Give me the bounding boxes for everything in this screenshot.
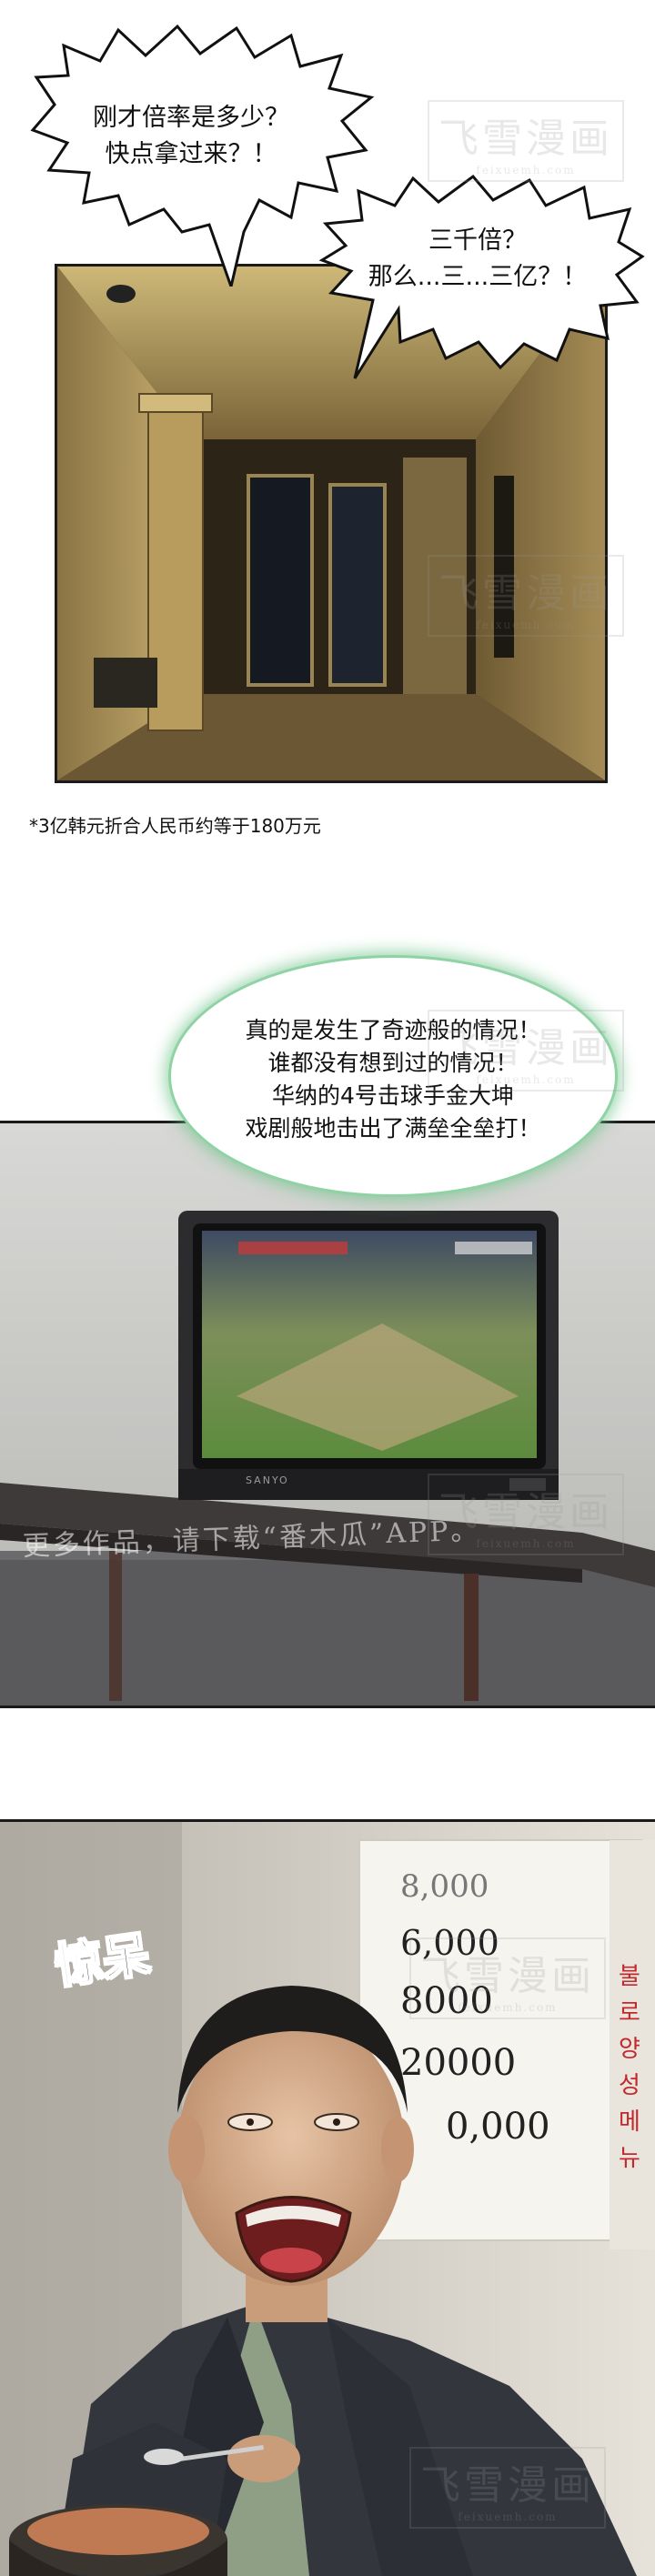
speech-line: 那么...三...三亿？！ — [368, 263, 588, 291]
watermark-logo: 飞雪漫画 feixuemh.com — [428, 1010, 624, 1092]
footnote: *3亿韩元折合人民币约等于180万元 — [29, 815, 321, 837]
menu-price: 20000 — [400, 2042, 517, 2084]
speech-bubble-right — [318, 174, 645, 379]
speech-text-left: 刚才倍率是多少？ 快点拿过来？！ — [55, 100, 328, 173]
speech-line: 三千倍？ — [428, 226, 527, 255]
narration-line: 戏剧般地击出了满垒全垒打！ — [245, 1115, 541, 1142]
watermark-logo: 飞雪漫画 feixuemh.com — [409, 1937, 606, 2019]
watermark-logo: 飞雪漫画 feixuemh.com — [428, 100, 624, 182]
speech-text-right: 三千倍？ 那么...三...三亿？！ — [341, 223, 614, 296]
watermark-logo: 飞雪漫画 feixuemh.com — [428, 555, 624, 637]
menu-price: 0,000 — [446, 2106, 550, 2148]
panel-tv: SANYO 更多作品，请下载“番木瓜”APP。 — [0, 1121, 655, 1708]
watermark-logo: 飞雪漫画 feixuemh.com — [409, 2447, 606, 2529]
watermark-logo: 飞雪漫画 feixuemh.com — [428, 1474, 624, 1555]
tv-illustration — [0, 1123, 655, 1706]
sfx-text: 惊呆 — [51, 1927, 154, 1996]
tv-brand-label: SANYO — [246, 1474, 289, 1486]
menu-price: 8,000 — [400, 1868, 489, 1905]
speech-line: 刚才倍率是多少？ — [93, 104, 289, 132]
menu-board-side-text: 불 로 양 성 메 뉴 — [619, 1963, 640, 2172]
speech-line: 快点拿过来？！ — [105, 140, 277, 168]
